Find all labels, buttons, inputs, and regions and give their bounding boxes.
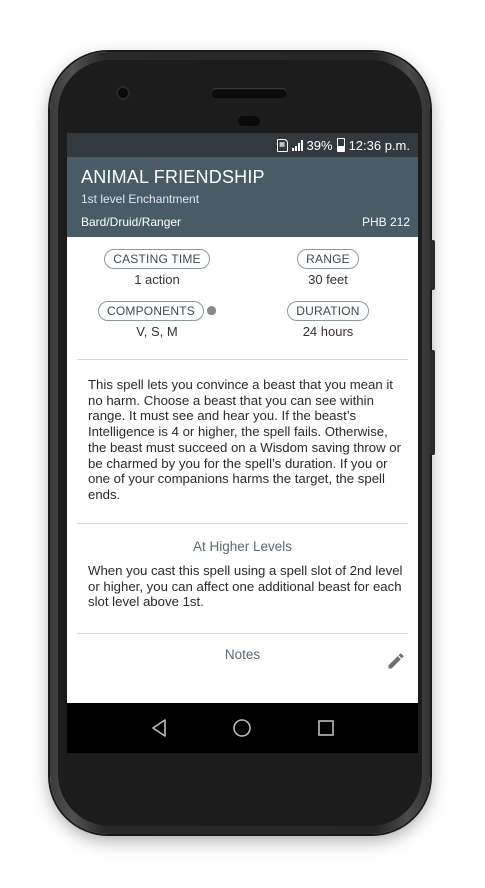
spell-level-school: 1st level Enchantment bbox=[81, 192, 200, 206]
notes-title: Notes bbox=[224, 647, 261, 662]
duration-value: 24 hours bbox=[302, 324, 354, 339]
power-button bbox=[430, 240, 435, 290]
divider bbox=[77, 523, 408, 524]
spell-title: ANIMAL FRIENDSHIP bbox=[81, 167, 265, 187]
battery-percent: 39% bbox=[306, 137, 333, 153]
spell-header: ANIMAL FRIENDSHIP 1st level Enchantment … bbox=[67, 157, 418, 237]
divider bbox=[77, 633, 408, 634]
earpiece bbox=[238, 116, 260, 126]
volume-button bbox=[430, 350, 435, 455]
casting-time-stat: CASTING TIME 1 action bbox=[82, 249, 232, 287]
back-icon[interactable] bbox=[148, 717, 170, 739]
edit-icon[interactable] bbox=[386, 651, 406, 671]
navigation-bar bbox=[67, 703, 418, 753]
divider bbox=[77, 359, 408, 360]
front-camera bbox=[118, 88, 128, 98]
clock: 12:36 p.m. bbox=[348, 137, 410, 153]
casting-time-label: CASTING TIME bbox=[104, 249, 210, 269]
range-label: RANGE bbox=[297, 249, 359, 269]
status-bar: ▦ 39% 12:36 p.m. bbox=[67, 133, 418, 157]
duration-label: DURATION bbox=[287, 301, 369, 321]
components-value: V, S, M bbox=[136, 324, 178, 339]
recents-icon[interactable] bbox=[315, 717, 337, 739]
casting-time-value: 1 action bbox=[134, 272, 180, 287]
range-stat: RANGE 30 feet bbox=[253, 249, 403, 287]
signal-icon bbox=[291, 139, 303, 151]
duration-stat: DURATION 24 hours bbox=[253, 301, 403, 339]
home-icon[interactable] bbox=[231, 717, 253, 739]
components-label: COMPONENTS bbox=[97, 301, 204, 321]
battery-icon bbox=[336, 138, 345, 152]
spell-classes: Bard/Druid/Ranger bbox=[81, 215, 182, 229]
range-value: 30 feet bbox=[308, 272, 348, 287]
screen: ▦ 39% 12:36 p.m. ANIMAL FRIENDSHIP 1st l… bbox=[67, 133, 418, 753]
higher-levels-text: When you cast this spell using a spell s… bbox=[88, 563, 403, 610]
spell-source: PHB 212 bbox=[361, 215, 410, 229]
material-pouch-icon[interactable] bbox=[207, 306, 216, 315]
spell-details: CASTING TIME 1 action RANGE 30 feet COMP… bbox=[67, 237, 418, 703]
speaker-grille bbox=[211, 88, 287, 98]
spell-description: This spell lets you convince a beast tha… bbox=[88, 377, 401, 502]
sim-icon: ▦ bbox=[276, 138, 288, 152]
components-stat: COMPONENTS V, S, M bbox=[82, 301, 232, 339]
higher-levels-title: At Higher Levels bbox=[192, 539, 293, 554]
